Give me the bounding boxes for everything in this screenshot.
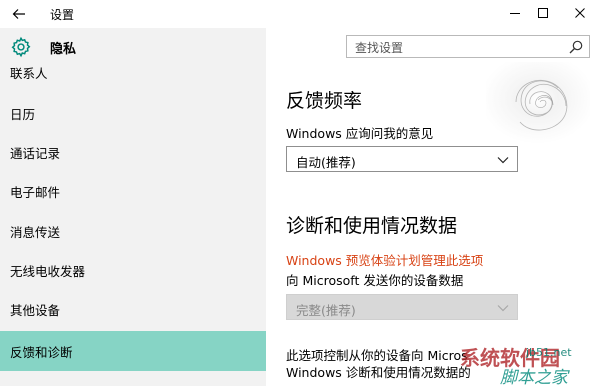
sidebar-item-other-devices[interactable]: 其他设备 <box>0 290 266 329</box>
close-button[interactable] <box>565 2 595 24</box>
sidebar-item-email[interactable]: 电子邮件 <box>0 172 266 211</box>
search-icon <box>569 40 583 54</box>
sidebar-item-label: 通话记录 <box>10 146 61 161</box>
sidebar-item-label: 反馈和诊断 <box>10 344 73 360</box>
sidebar-item-radios[interactable]: 无线电收发器 <box>0 251 266 290</box>
feedback-frequency-value: 自动(推荐) <box>296 155 356 170</box>
diagnostics-label: 向 Microsoft 发送你的设备数据 <box>286 273 464 288</box>
feedback-frequency-dropdown[interactable]: 自动(推荐) <box>286 146 518 172</box>
minimize-icon <box>510 13 520 14</box>
sidebar: 隐私 联系人 日历 通话记录 电子邮件 消息传送 无线电收发器 其他设备 反馈和… <box>0 28 266 386</box>
sidebar-item-feedback-diagnostics[interactable]: 反馈和诊断 <box>0 331 266 371</box>
diagnostics-level-value: 完整(推荐) <box>296 303 356 318</box>
chevron-down-icon <box>497 157 509 164</box>
sidebar-item-calendar[interactable]: 日历 <box>0 94 266 133</box>
feedback-label: Windows 应询问我的意见 <box>286 126 434 141</box>
sidebar-item-label: 无线电收发器 <box>10 264 86 279</box>
watermark-site: jb51.net <box>525 346 572 359</box>
sidebar-item-label: 其他设备 <box>10 303 61 318</box>
feedback-heading: 反馈频率 <box>286 90 363 112</box>
decorative-swirl-image <box>486 62 590 144</box>
close-icon <box>575 8 585 18</box>
insider-warning-text: Windows 预览体验计划管理此选项 <box>286 253 484 268</box>
sidebar-item-label: 消息传送 <box>10 225 61 240</box>
window-title: 设置 <box>50 8 75 22</box>
maximize-icon <box>538 8 548 18</box>
watermark-name: 脚本之家 <box>500 368 570 386</box>
title-bar: 设置 <box>0 0 600 28</box>
diagnostics-heading: 诊断和使用情况数据 <box>286 215 458 237</box>
sidebar-item-label: 电子邮件 <box>10 185 61 200</box>
back-button[interactable] <box>6 4 32 24</box>
diagnostics-level-dropdown: 完整(推荐) <box>286 294 518 320</box>
search-placeholder: 查找设置 <box>355 41 404 55</box>
search-input[interactable]: 查找设置 <box>346 35 590 58</box>
description-line-2: Windows 诊断和使用情况数据的 <box>286 365 471 380</box>
sidebar-item-label: 日历 <box>10 107 36 122</box>
back-arrow-icon <box>12 9 25 19</box>
sidebar-item-label: 联系人 <box>10 65 48 81</box>
maximize-button[interactable] <box>528 2 558 24</box>
sidebar-item-contacts[interactable]: 联系人 <box>0 55 266 89</box>
watermark-logo: 系统软件园 jb51.net 脚本之家 <box>460 346 572 386</box>
chevron-down-icon <box>497 305 509 312</box>
minimize-button[interactable] <box>500 2 530 24</box>
sidebar-item-call-history[interactable]: 通话记录 <box>0 133 266 172</box>
sidebar-item-messaging[interactable]: 消息传送 <box>0 212 266 251</box>
